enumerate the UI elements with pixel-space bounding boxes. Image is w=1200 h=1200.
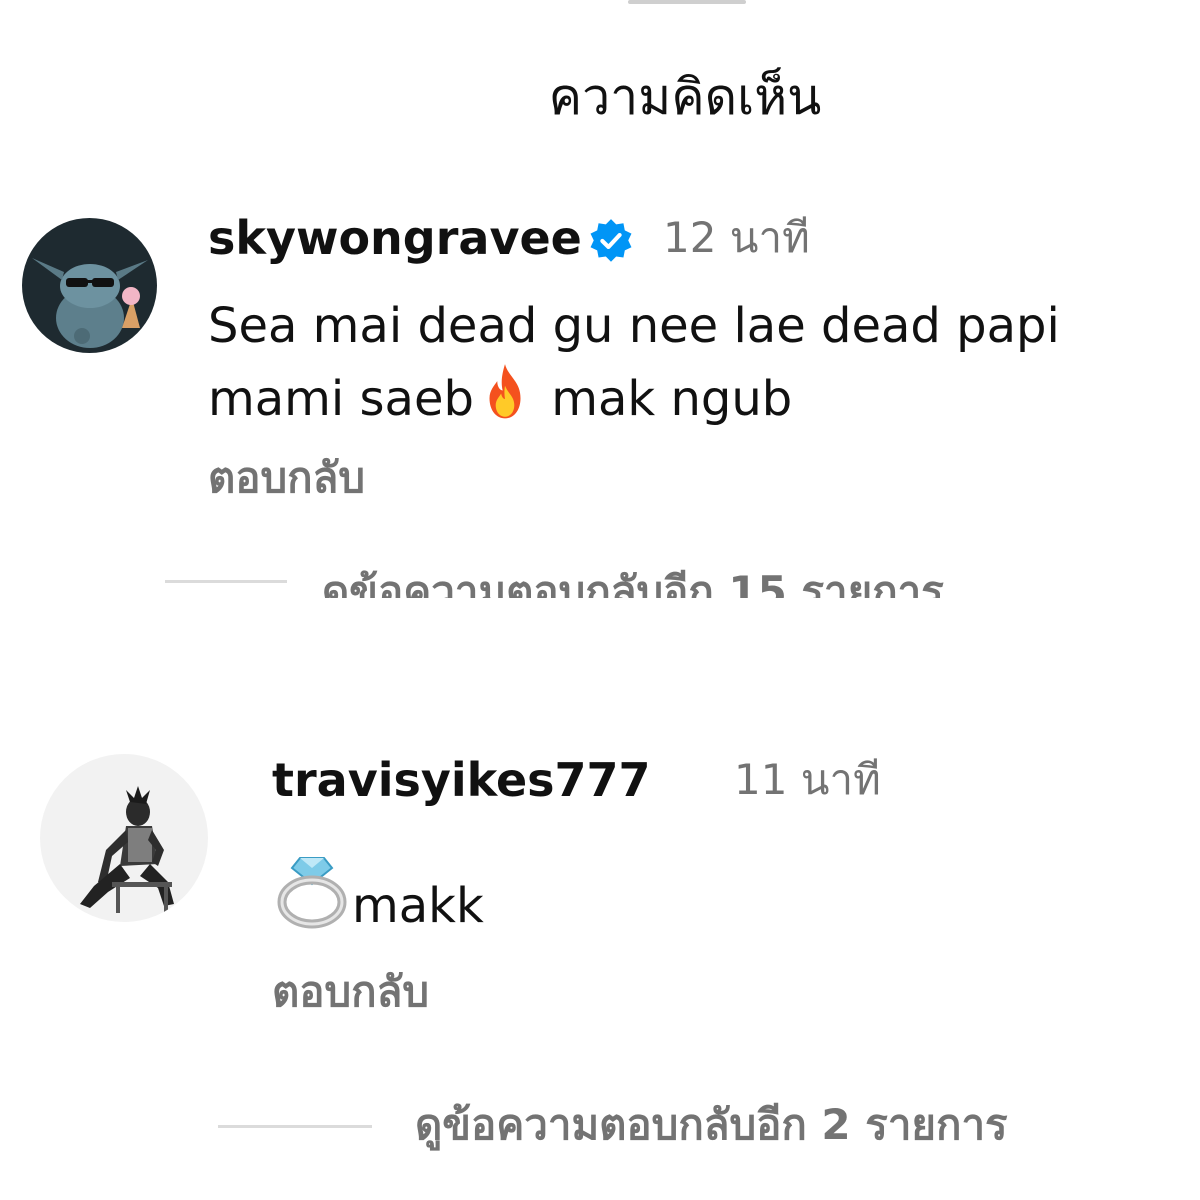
fire-emoji-icon xyxy=(489,364,521,419)
avatar-person-photo xyxy=(40,754,208,922)
view-replies-row[interactable]: ดูข้อความตอบกลับอีก 2 รายการ xyxy=(0,1090,1200,1180)
sheet-drag-handle[interactable] xyxy=(628,0,746,4)
comment-text-segment: mak ngub xyxy=(535,371,793,427)
comment-username[interactable]: skywongravee xyxy=(208,208,582,268)
avatar[interactable] xyxy=(22,218,157,353)
view-more-replies-button[interactable]: ดูข้อความตอบกลับอีก 2 รายการ xyxy=(415,1095,1008,1155)
comment-timestamp: 12 นาที xyxy=(663,213,810,262)
comment-text-segment: makk xyxy=(352,878,484,934)
reply-thread-line xyxy=(165,580,287,583)
avatar[interactable] xyxy=(40,754,208,922)
comment-username[interactable]: travisyikes777 xyxy=(272,750,651,810)
comment-timestamp: 11 นาที xyxy=(734,755,881,804)
avatar-stitch-image xyxy=(22,218,157,353)
comment-text-line-2: mami saeb mak ngub xyxy=(208,361,792,434)
comment-text-line-1: makk xyxy=(272,850,484,941)
comment-text-line-1: Sea mai dead gu nee lae dead papi xyxy=(208,298,1060,354)
ring-emoji-icon xyxy=(277,857,347,929)
reply-button[interactable]: ตอบกลับ xyxy=(272,962,429,1022)
view-more-replies-button[interactable]: ดูข้อความตอบกลับอีก 15 รายการ xyxy=(322,562,944,598)
reply-button[interactable]: ตอบกลับ xyxy=(208,448,365,508)
comments-sheet-title: ความคิดเห็น xyxy=(548,68,822,126)
view-replies-row[interactable]: ดูข้อความตอบกลับอีก 15 รายการ xyxy=(0,560,1200,598)
comment-text-segment: mami saeb xyxy=(208,371,474,427)
verified-badge-icon xyxy=(590,219,632,262)
reply-thread-line xyxy=(218,1125,372,1128)
